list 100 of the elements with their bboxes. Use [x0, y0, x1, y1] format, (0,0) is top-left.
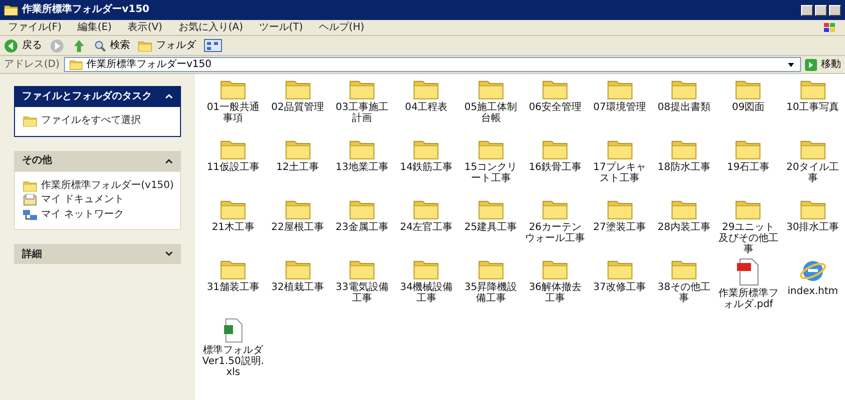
folder-icon [542, 258, 568, 280]
file-name[interactable]: 21木工事 [202, 222, 264, 233]
folder-icon [413, 198, 440, 220]
file-name[interactable]: 38その他工事 [652, 282, 715, 304]
folder-icon [606, 258, 633, 280]
menu-item[interactable]: お気に入り(A) [178, 22, 243, 32]
address-field[interactable]: 作業所標準フォルダーv150 [64, 57, 801, 72]
file-name[interactable]: 23金属工事 [330, 222, 393, 233]
file-name[interactable]: 06安全管理 [524, 102, 586, 113]
folder-icon [606, 78, 633, 100]
file-name[interactable]: 03工事施工計画 [330, 102, 393, 124]
folder-icon [4, 4, 18, 16]
file-name[interactable]: 25建具工事 [460, 222, 522, 233]
file-name[interactable]: 作業所標準フォルダ.pdf [717, 288, 780, 310]
folder-icon [284, 138, 311, 160]
folder-icon [542, 138, 568, 160]
folder-icon [542, 78, 568, 100]
folders-button[interactable]: フォルダ [138, 40, 196, 52]
file-name[interactable]: 11仮設工事 [202, 162, 264, 173]
file-name[interactable]: 08提出書類 [652, 102, 715, 113]
file-name[interactable]: 07環境管理 [588, 102, 651, 113]
file-name[interactable]: 35昇降機設備工事 [460, 282, 522, 304]
file-name[interactable]: 10工事写真 [782, 102, 844, 113]
folder-icon [413, 78, 440, 100]
documents-icon [23, 194, 37, 206]
folder-icon [68, 59, 83, 70]
task-link[interactable]: ファイルをすべて選択 [41, 115, 141, 128]
close-button[interactable] [829, 4, 841, 16]
folder-icon [284, 198, 311, 220]
menu-item[interactable]: 編集(E) [78, 22, 112, 32]
file-name[interactable]: 26カーテンウォール工事 [524, 222, 586, 244]
folder-icon [800, 78, 826, 100]
file-name[interactable]: index.htm [782, 286, 844, 297]
spreadsheet-icon [221, 318, 246, 343]
file-name[interactable]: 04工程表 [395, 102, 458, 113]
file-name[interactable]: 31舗装工事 [202, 282, 264, 293]
folder-icon [138, 40, 152, 52]
file-name[interactable]: 05施工体制台帳 [460, 102, 522, 124]
file-name[interactable]: 14鉄筋工事 [395, 162, 458, 173]
expand-chevron-icon [165, 251, 173, 257]
file-name[interactable]: 12土工事 [266, 162, 329, 173]
folder-icon [220, 198, 246, 220]
file-name[interactable]: 01一般共通事項 [202, 102, 264, 124]
menu-item[interactable]: 表示(V) [128, 22, 162, 32]
folder-icon [348, 258, 375, 280]
back-button[interactable]: 戻る [4, 38, 42, 52]
file-name[interactable]: 17プレキャスト工事 [588, 162, 651, 184]
task-link[interactable]: マイ ネットワーク [41, 208, 124, 221]
file-name[interactable]: 標準フォルダVer1.50説明.xls [202, 345, 264, 378]
file-name[interactable]: 18防水工事 [652, 162, 715, 173]
folder-icon [478, 78, 504, 100]
file-name[interactable]: 20タイル工事 [782, 162, 844, 184]
go-button[interactable]: 移動 [805, 58, 841, 70]
minimize-button[interactable] [801, 4, 813, 16]
folder-icon [606, 138, 633, 160]
folder-icon [478, 138, 504, 160]
globe-icon [800, 258, 826, 284]
file-name[interactable]: 37改修工事 [588, 282, 651, 293]
views-icon[interactable] [204, 39, 222, 52]
folder-icon [670, 198, 697, 220]
folder-icon [413, 258, 440, 280]
panel-header[interactable]: その他 [14, 150, 181, 170]
windows-logo-icon [823, 22, 837, 34]
folder-icon [478, 198, 504, 220]
file-name[interactable]: 30排水工事 [782, 222, 844, 233]
file-name[interactable]: 09図面 [717, 102, 780, 113]
file-name[interactable]: 33電気設備工事 [330, 282, 393, 304]
folder-icon [800, 198, 826, 220]
collapse-chevron-icon [165, 93, 173, 99]
panel-header[interactable]: ファイルとフォルダのタスク [14, 86, 181, 106]
task-link[interactable]: マイ ドキュメント [41, 194, 124, 206]
menu-item[interactable]: ファイル(F) [8, 22, 62, 32]
folder-icon [413, 138, 440, 160]
task-link[interactable]: 作業所標準フォルダー(v150) [41, 180, 174, 192]
maximize-button[interactable] [815, 4, 827, 16]
file-name[interactable]: 16鉄骨工事 [524, 162, 586, 173]
folder-icon [348, 198, 375, 220]
network-icon [23, 208, 37, 221]
search-icon [94, 40, 106, 52]
panel-header[interactable]: 詳細 [14, 244, 181, 264]
window-title: 作業所標準フォルダーv150 [22, 5, 150, 15]
menu-item[interactable]: ツール(T) [259, 22, 303, 32]
folder-icon [220, 258, 246, 280]
folder-icon [478, 258, 504, 280]
file-name[interactable]: 32植栽工事 [266, 282, 329, 293]
file-name[interactable]: 19石工事 [717, 162, 780, 173]
file-name[interactable]: 29ユニット及びその他工事 [717, 222, 780, 255]
file-name[interactable]: 13地業工事 [330, 162, 393, 173]
file-name[interactable]: 28内装工事 [652, 222, 715, 233]
search-button[interactable]: 検索 [94, 40, 130, 52]
file-name[interactable]: 24左官工事 [395, 222, 458, 233]
folder-icon [542, 198, 568, 220]
folder-icon [23, 180, 37, 192]
file-name[interactable]: 36解体撤去工事 [524, 282, 586, 304]
menu-item[interactable]: ヘルプ(H) [318, 22, 364, 32]
file-name[interactable]: 02品質管理 [266, 102, 329, 113]
file-name[interactable]: 15コンクリート工事 [460, 162, 522, 184]
file-name[interactable]: 27塗装工事 [588, 222, 651, 233]
file-name[interactable]: 34機械設備工事 [395, 282, 458, 304]
file-name[interactable]: 22屋根工事 [266, 222, 329, 233]
